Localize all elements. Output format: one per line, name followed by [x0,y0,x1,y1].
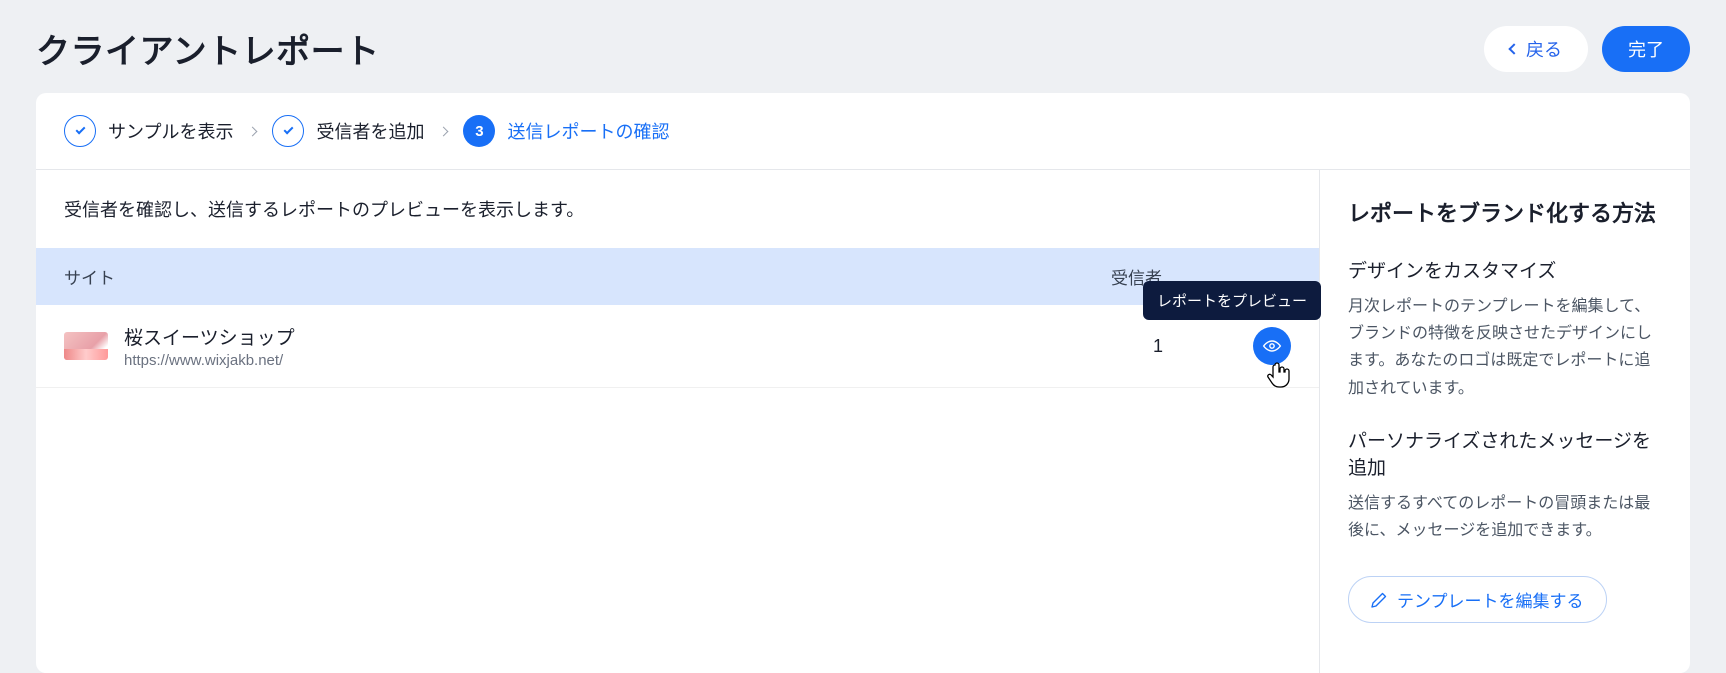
column-header-site: サイト [64,264,1111,289]
sidebar-panel: レポートをブランド化する方法 デザインをカスタマイズ 月次レポートのテンプレート… [1320,170,1690,673]
preview-tooltip: レポートをプレビュー [1143,281,1321,320]
edit-template-label: テンプレートを編集する [1397,587,1584,612]
site-name: 桜スイーツショップ [124,323,295,350]
step-1[interactable]: サンプルを表示 [64,115,233,147]
content-card: サンプルを表示 受信者を追加 3 送信レポートの確認 受信者を確認し、送信するレ… [36,93,1690,673]
table-row: 桜スイーツショップ https://www.wixjakb.net/ 1 レポー… [36,305,1319,388]
check-icon [272,115,304,147]
done-button[interactable]: 完了 [1602,26,1690,72]
preview-report-button[interactable]: レポートをプレビュー [1253,327,1291,365]
sidebar-title: レポートをブランド化する方法 [1348,196,1662,228]
done-button-label: 完了 [1628,36,1664,62]
back-button[interactable]: 戻る [1484,26,1588,72]
section-heading-design: デザインをカスタマイズ [1348,256,1662,283]
chevron-right-icon [248,126,258,136]
header-actions: 戻る 完了 [1484,26,1690,72]
main-panel: 受信者を確認し、送信するレポートのプレビューを表示します。 サイト 受信者 桜ス… [36,170,1320,673]
step-number-icon: 3 [463,115,495,147]
step-2[interactable]: 受信者を追加 [272,115,424,147]
chevron-left-icon [1508,43,1519,54]
sidebar-section-message: パーソナライズされたメッセージを追加 送信するすべてのレポートの冒頭または最後に… [1348,426,1662,544]
section-body-design: 月次レポートのテンプレートを編集して、ブランドの特徴を反映させたデザインにします… [1348,293,1662,402]
step-3-label: 送信レポートの確認 [507,118,669,144]
site-thumbnail [64,332,108,360]
cursor-hand-icon [1265,361,1293,391]
site-info: 桜スイーツショップ https://www.wixjakb.net/ [64,323,1153,369]
step-3[interactable]: 3 送信レポートの確認 [463,115,669,147]
step-1-label: サンプルを表示 [108,118,233,144]
chevron-right-icon [439,126,449,136]
check-icon [64,115,96,147]
pencil-icon [1371,592,1387,608]
recipient-count: 1 [1153,336,1253,357]
sidebar-section-design: デザインをカスタマイズ 月次レポートのテンプレートを編集して、ブランドの特徴を反… [1348,256,1662,402]
step-progress: サンプルを表示 受信者を追加 3 送信レポートの確認 [36,93,1690,170]
page-title: クライアントレポート [36,24,380,73]
instruction-text: 受信者を確認し、送信するレポートのプレビューを表示します。 [36,170,1319,248]
edit-template-button[interactable]: テンプレートを編集する [1348,576,1607,623]
page-header: クライアントレポート 戻る 完了 [0,0,1726,93]
section-body-message: 送信するすべてのレポートの冒頭または最後に、メッセージを追加できます。 [1348,490,1662,544]
eye-icon [1262,340,1282,352]
section-heading-message: パーソナライズされたメッセージを追加 [1348,426,1662,480]
card-body: 受信者を確認し、送信するレポートのプレビューを表示します。 サイト 受信者 桜ス… [36,170,1690,673]
table-header: サイト 受信者 [36,248,1319,305]
back-button-label: 戻る [1526,36,1562,62]
step-2-label: 受信者を追加 [316,118,424,144]
site-url: https://www.wixjakb.net/ [124,352,295,369]
